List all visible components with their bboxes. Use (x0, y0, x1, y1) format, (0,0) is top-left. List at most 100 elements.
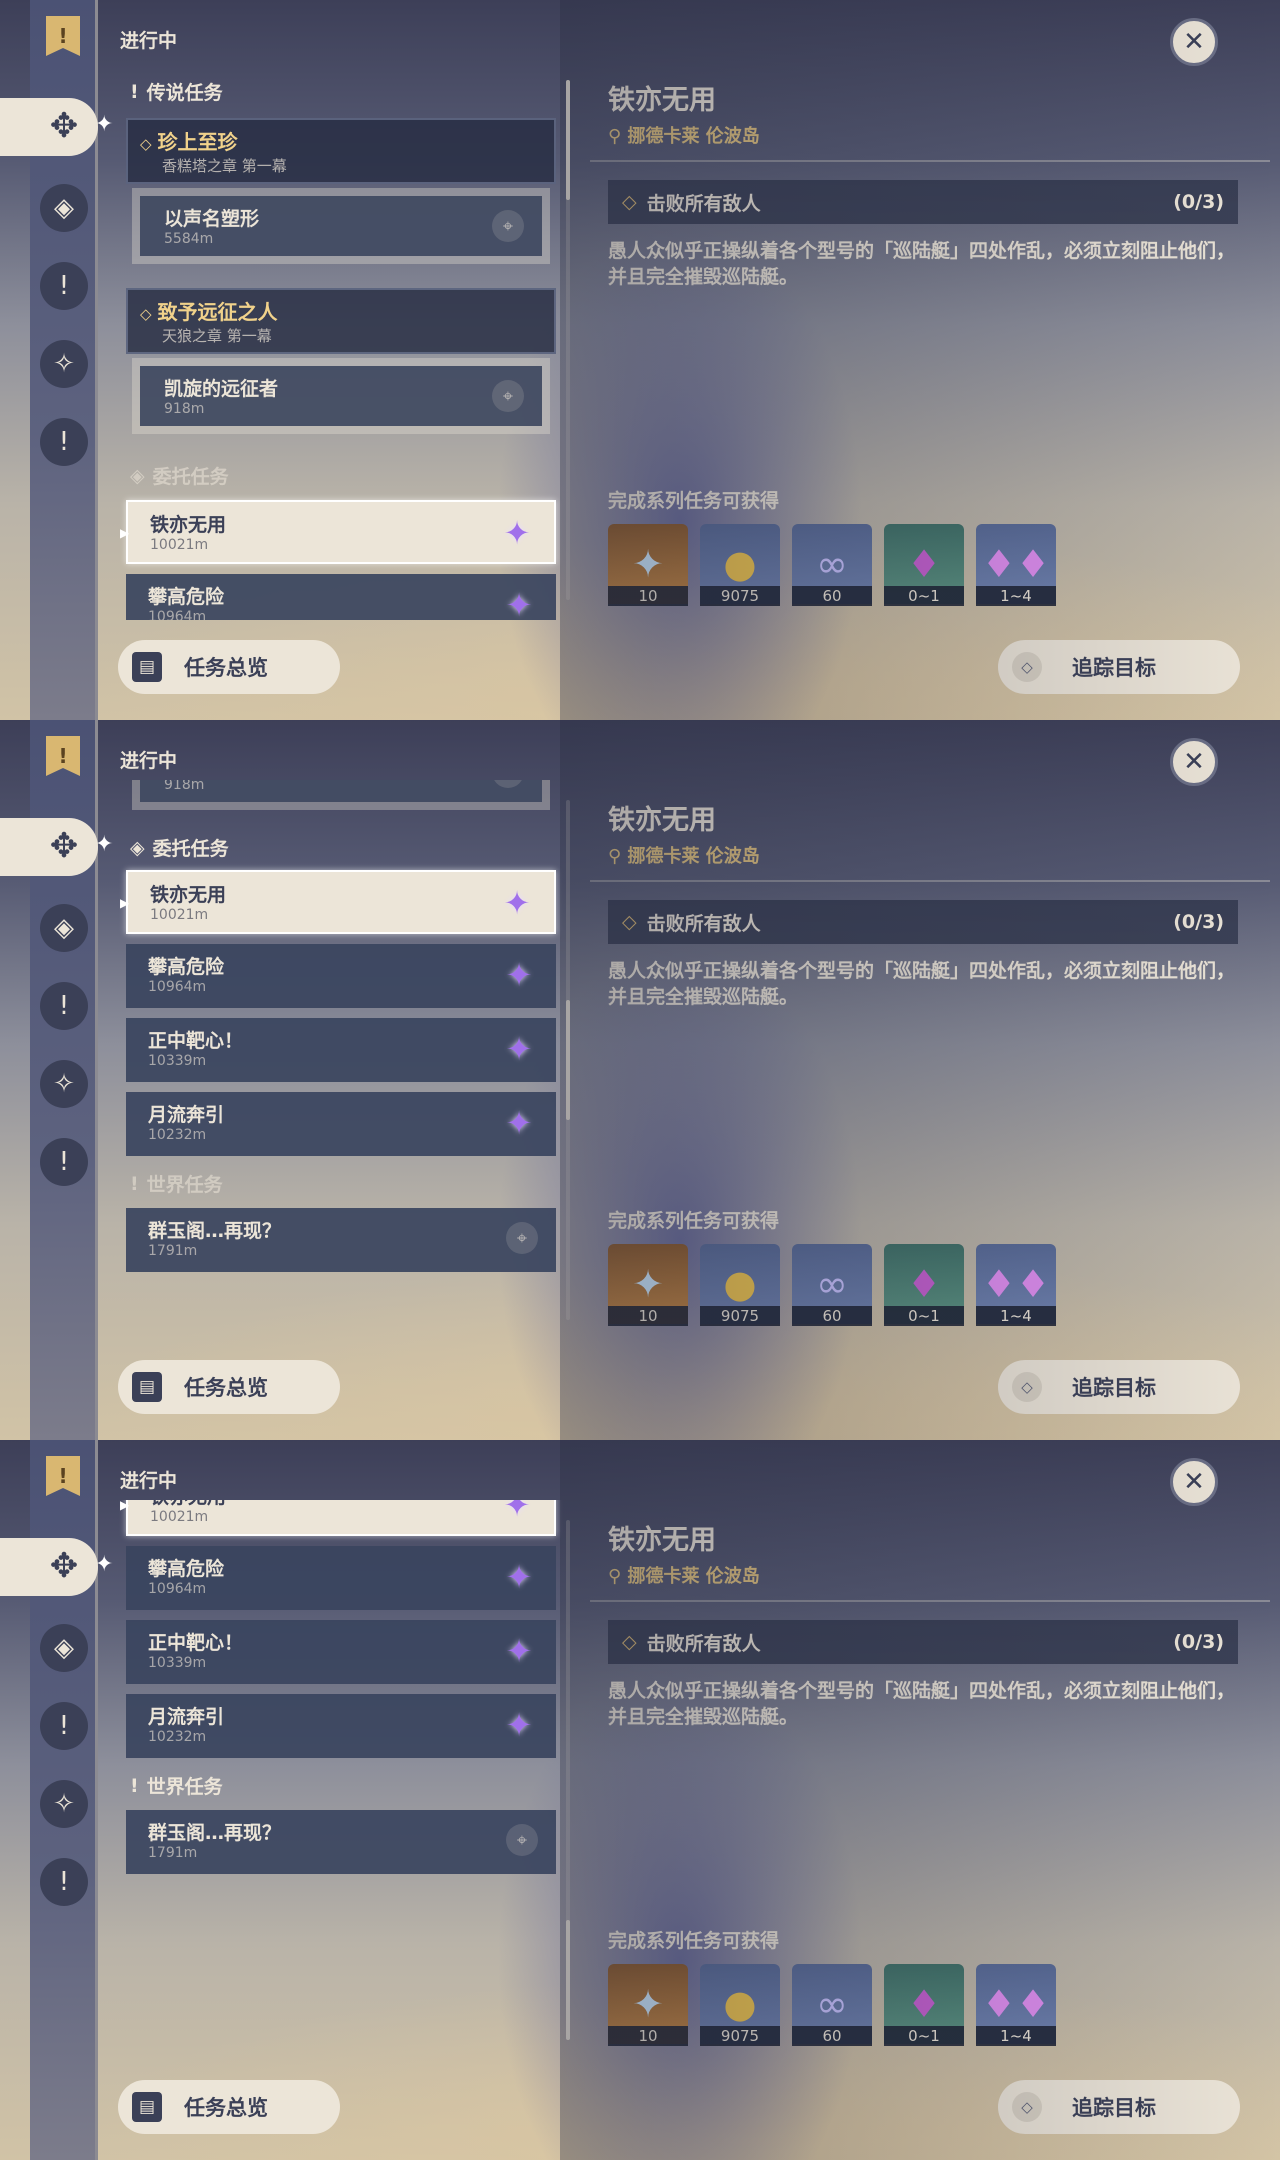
scroll-thumb[interactable] (566, 80, 570, 200)
world-quest-tab-icon[interactable]: ! (40, 1138, 88, 1186)
close-button[interactable]: ✕ (1170, 738, 1218, 786)
legend-sub-quest[interactable]: 以声名塑形 5584m ⌖ (132, 188, 550, 264)
track-quest-button[interactable]: ◇ 追踪目标 (998, 2080, 1240, 2134)
list-scrollbar[interactable] (566, 80, 570, 600)
list-scrollbar[interactable] (566, 1520, 570, 2040)
crystal-cluster-icon[interactable]: ♦♦ 1~4 (976, 524, 1056, 606)
divider (590, 1600, 1270, 1602)
commission-item[interactable]: 正中靶心！ 10339m ✦ (126, 1620, 556, 1684)
map-pin-icon[interactable]: ⌖ (506, 1222, 538, 1254)
close-icon: ✕ (1183, 1467, 1205, 1497)
quest-detail: 铁亦无用 ⚲ 挪德卡莱 伦波岛 ◇ 击败所有敌人 (0/3) 愚人众似乎正操纵着… (590, 1440, 1270, 2160)
quest-overview-button[interactable]: ▤ 任务总览 (118, 640, 340, 694)
primogem-icon[interactable]: ✦ 10 (608, 1964, 688, 2046)
quest-book-small-icon: ▤ (132, 1372, 162, 1402)
commission-star-icon: ✦ (505, 1706, 533, 1744)
quest-title: 铁亦无用 (608, 805, 716, 836)
track-quest-button[interactable]: ◇ 追踪目标 (998, 1360, 1240, 1414)
crystal-cluster-icon[interactable]: ♦♦ 1~4 (976, 1244, 1056, 1326)
crystal-icon[interactable]: ♦ 0~1 (884, 524, 964, 606)
commission-item[interactable]: 月流奔引 10232m ✦ (126, 1694, 556, 1758)
quest-screen-1: ! ✥ ✦ ◈ ! ✧ ! 进行中 ✕ ! 传说任务 ◇ 珍上至珍 香糕塔之章 第一… (0, 0, 1280, 720)
legend-sub-quest[interactable]: 凯旋的远征者 918m ⌖ (132, 780, 550, 810)
list-scrollbar[interactable] (566, 800, 570, 1320)
world-quest-tab-icon[interactable]: ! (40, 418, 88, 466)
pointer-icon: ▶ (120, 896, 130, 910)
commission-star-icon: ✦ (503, 884, 531, 922)
commission-section-header: ◈ 委托任务 (130, 836, 229, 861)
quest-list: ▶ 铁亦无用 10021m ✦ 攀高危险 10964m ✦ 正中靶心！ 1033… (118, 1500, 564, 2060)
archon-quest-tab-icon[interactable]: ◈ (40, 1624, 88, 1672)
sparkle-icon: ✦ (95, 1552, 114, 1577)
quest-location: ⚲ 挪德卡莱 伦波岛 (608, 846, 760, 867)
commission-star-icon: ✦ (505, 1030, 533, 1068)
quest-list: 凯旋的远征者 918m ⌖ ◈委托任务 ▶ 铁亦无用 10021m ✦ 攀高危险… (118, 780, 564, 1340)
divider (590, 880, 1270, 882)
fellowship-icon[interactable]: ∞ 60 (792, 1244, 872, 1326)
archon-quest-tab-icon[interactable]: ◈ (40, 184, 88, 232)
commission-star-icon: ✦ (503, 1500, 531, 1524)
quest-title: 铁亦无用 (608, 85, 716, 116)
commission-star-icon: ✦ (505, 956, 533, 994)
track-quest-button[interactable]: ◇ 追踪目标 (998, 640, 1240, 694)
primogem-icon[interactable]: ✦ 10 (608, 524, 688, 606)
legend-quest-chapter[interactable]: ◇ 致予远征之人 天狼之章 第一幕 (126, 288, 556, 354)
commission-item[interactable]: 月流奔引 10232m ✦ (126, 1092, 556, 1156)
scroll-thumb[interactable] (566, 1920, 570, 2040)
commission-tab-icon[interactable]: ✧ (40, 340, 88, 388)
quest-overview-button[interactable]: ▤ 任务总览 (118, 2080, 340, 2134)
track-diamond-icon: ◇ (1012, 1372, 1042, 1402)
quest-overview-button[interactable]: ▤ 任务总览 (118, 1360, 340, 1414)
commission-tab-icon[interactable]: ✧ (40, 1060, 88, 1108)
all-quests-icon: ✥ (49, 106, 79, 146)
commission-item[interactable]: ▶ 铁亦无用 10021m ✦ (120, 500, 556, 564)
all-quests-icon: ✥ (49, 1546, 79, 1586)
map-pin-icon[interactable]: ⌖ (492, 380, 524, 412)
legend-quest-tab-icon[interactable]: ! (40, 1702, 88, 1750)
crystal-icon[interactable]: ♦ 0~1 (884, 1244, 964, 1326)
world-section-header: ! 世界任务 (130, 1172, 223, 1197)
commission-item[interactable]: ▶ 铁亦无用 10021m ✦ (120, 1500, 556, 1536)
pointer-icon: ▶ (120, 526, 130, 540)
world-section-header: ! 世界任务 (130, 1774, 223, 1799)
archon-quest-tab-icon[interactable]: ◈ (40, 904, 88, 952)
close-icon: ✕ (1183, 27, 1205, 57)
track-diamond-icon: ◇ (1012, 652, 1042, 682)
crystal-icon[interactable]: ♦ 0~1 (884, 1964, 964, 2046)
primogem-icon[interactable]: ✦ 10 (608, 1244, 688, 1326)
mora-icon[interactable]: ● 9075 (700, 1964, 780, 2046)
close-button[interactable]: ✕ (1170, 1458, 1218, 1506)
world-quest-tab-icon[interactable]: ! (40, 1858, 88, 1906)
fellowship-icon[interactable]: ∞ 60 (792, 1964, 872, 2046)
world-quest-item[interactable]: 群玉阁…再现？ 1791m ⌖ (126, 1810, 556, 1874)
mora-icon[interactable]: ● 9075 (700, 524, 780, 606)
legend-sub-quest[interactable]: 凯旋的远征者 918m ⌖ (132, 358, 550, 434)
legend-quest-tab-icon[interactable]: ! (40, 262, 88, 310)
objective-row: ◇ 击败所有敌人 (0/3) (608, 1620, 1238, 1664)
objective-diamond-icon: ◇ (622, 1631, 637, 1653)
legend-quest-tab-icon[interactable]: ! (40, 982, 88, 1030)
close-button[interactable]: ✕ (1170, 18, 1218, 66)
commission-item[interactable]: 攀高危险 10964m ✦ (126, 574, 556, 620)
legend-quest-chapter[interactable]: ◇ 珍上至珍 香糕塔之章 第一幕 (126, 118, 556, 184)
map-pin-icon[interactable]: ⌖ (492, 210, 524, 242)
map-pin-icon[interactable]: ⌖ (506, 1824, 538, 1856)
reward-label: 完成系列任务可获得 (608, 490, 780, 512)
reward-list: ✦ 10 ● 9075 ∞ 60 ♦ 0~1 ♦♦ 1~4 (608, 524, 1056, 606)
commission-tab-icon[interactable]: ✧ (40, 1780, 88, 1828)
diamond-icon: ◇ (140, 305, 152, 323)
scroll-thumb[interactable] (566, 1000, 570, 1120)
crystal-cluster-icon[interactable]: ♦♦ 1~4 (976, 1964, 1056, 2046)
quest-list: ! 传说任务 ◇ 珍上至珍 香糕塔之章 第一幕 以声名塑形 5584m ⌖ ◇ 致予远… (118, 60, 564, 620)
legend-section-header: ! 传说任务 (130, 80, 223, 105)
commission-item[interactable]: ▶ 铁亦无用 10021m ✦ (120, 870, 556, 934)
commission-item[interactable]: 攀高危险 10964m ✦ (126, 1546, 556, 1610)
world-quest-item[interactable]: 群玉阁…再现？ 1791m ⌖ (126, 1208, 556, 1272)
mora-icon[interactable]: ● 9075 (700, 1244, 780, 1326)
location-pin-icon: ⚲ (608, 846, 628, 867)
location-pin-icon: ⚲ (608, 126, 628, 147)
quest-book-small-icon: ▤ (132, 652, 162, 682)
fellowship-icon[interactable]: ∞ 60 (792, 524, 872, 606)
commission-item[interactable]: 攀高危险 10964m ✦ (126, 944, 556, 1008)
commission-item[interactable]: 正中靶心！ 10339m ✦ (126, 1018, 556, 1082)
